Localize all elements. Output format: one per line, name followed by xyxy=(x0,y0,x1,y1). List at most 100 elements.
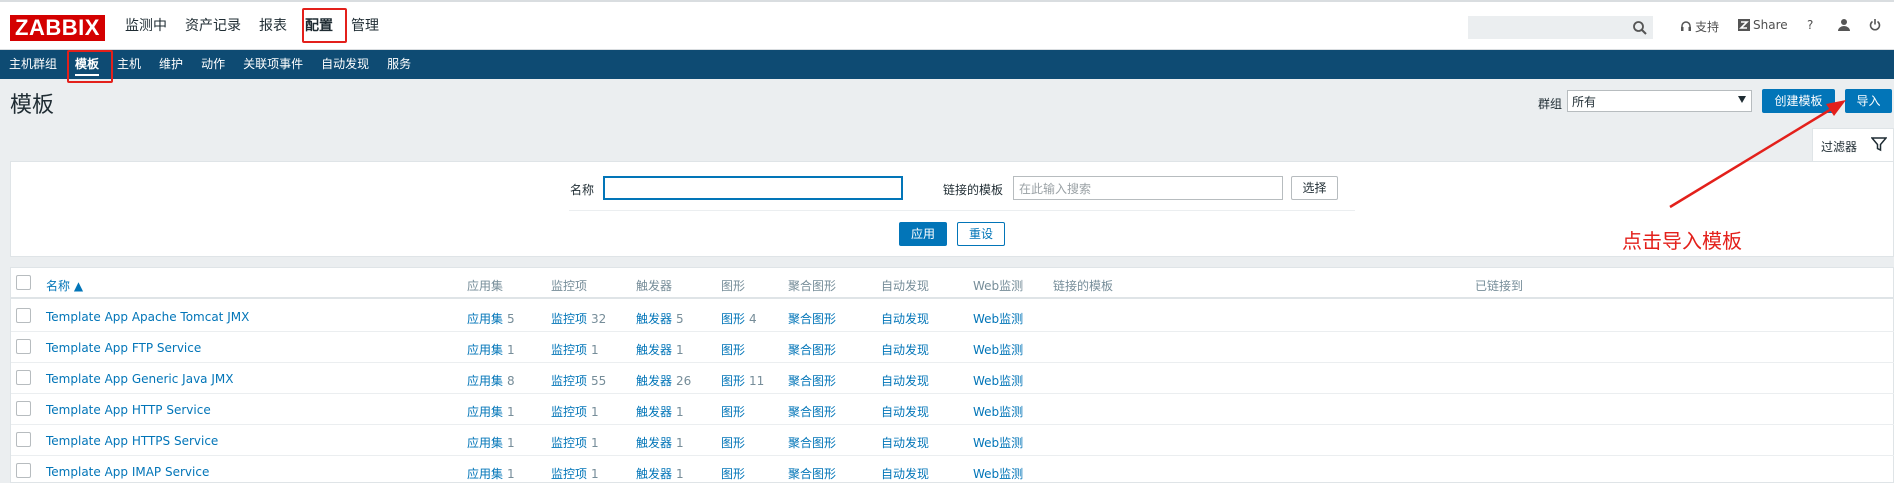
row-web-cell: Web监测 xyxy=(973,403,1023,420)
row-graphs-link[interactable]: 图形 xyxy=(721,436,745,450)
row-checkbox[interactable] xyxy=(16,308,31,323)
profile-button[interactable] xyxy=(1838,18,1850,31)
row-discovery-link[interactable]: 自动发现 xyxy=(881,343,929,357)
row-applications-link[interactable]: 应用集 xyxy=(467,467,503,481)
share-link[interactable]: Share xyxy=(1738,18,1788,32)
row-web-link[interactable]: Web监测 xyxy=(973,312,1023,326)
row-web-cell: Web监测 xyxy=(973,310,1023,327)
help-button[interactable]: ? xyxy=(1807,18,1813,32)
create-template-button[interactable]: 创建模板 xyxy=(1762,89,1835,113)
apply-button[interactable]: 应用 xyxy=(899,222,947,246)
row-discovery-link[interactable]: 自动发现 xyxy=(881,467,929,481)
row-graphs-link[interactable]: 图形 xyxy=(721,467,745,481)
row-web-link[interactable]: Web监测 xyxy=(973,374,1023,388)
select-all-checkbox[interactable] xyxy=(16,275,31,290)
row-screens-link[interactable]: 聚合图形 xyxy=(788,374,836,388)
row-web-link[interactable]: Web监测 xyxy=(973,436,1023,450)
row-items-link[interactable]: 监控项 xyxy=(551,405,587,419)
sub-nav-templates[interactable]: 模板 xyxy=(66,50,108,79)
row-screens-link[interactable]: 聚合图形 xyxy=(788,312,836,326)
row-discovery-link[interactable]: 自动发现 xyxy=(881,436,929,450)
row-triggers-count: 1 xyxy=(676,467,684,481)
sub-nav-host-groups[interactable]: 主机群组 xyxy=(0,50,66,79)
row-checkbox[interactable] xyxy=(16,463,31,478)
sub-nav-hosts[interactable]: 主机 xyxy=(108,50,150,79)
row-discovery-link[interactable]: 自动发现 xyxy=(881,312,929,326)
row-graphs-link[interactable]: 图形 xyxy=(721,374,745,388)
zabbix-logo[interactable]: ZABBIX xyxy=(10,15,105,41)
row-discovery-cell: 自动发现 xyxy=(881,403,929,420)
support-link[interactable]: 支持 xyxy=(1680,18,1719,35)
row-items-link[interactable]: 监控项 xyxy=(551,374,587,388)
row-web-link[interactable]: Web监测 xyxy=(973,343,1023,357)
row-applications-link[interactable]: 应用集 xyxy=(467,405,503,419)
main-nav-monitoring[interactable]: 监测中 xyxy=(116,2,176,50)
row-triggers-link[interactable]: 触发器 xyxy=(636,467,672,481)
col-name[interactable]: 名称 ▲ xyxy=(46,277,83,294)
row-screens-cell: 聚合图形 xyxy=(788,310,836,327)
row-name-link[interactable]: Template App FTP Service xyxy=(46,341,201,355)
import-button[interactable]: 导入 xyxy=(1845,89,1892,113)
row-checkbox[interactable] xyxy=(16,370,31,385)
row-applications-link[interactable]: 应用集 xyxy=(467,312,503,326)
row-name-link[interactable]: Template App Apache Tomcat JMX xyxy=(46,310,249,324)
table-row: Template App HTTP Service 应用集 1 监控项 1 触发器 1 图形 聚… xyxy=(11,394,1894,425)
row-screens-link[interactable]: 聚合图形 xyxy=(788,343,836,357)
logout-button[interactable] xyxy=(1869,18,1881,31)
row-checkbox[interactable] xyxy=(16,401,31,416)
row-graphs-link[interactable]: 图形 xyxy=(721,405,745,419)
row-applications-link[interactable]: 应用集 xyxy=(467,374,503,388)
row-screens-cell: 聚合图形 xyxy=(788,465,836,482)
main-nav-reports[interactable]: 报表 xyxy=(250,2,296,50)
row-triggers-link[interactable]: 触发器 xyxy=(636,312,672,326)
sub-nav-actions[interactable]: 动作 xyxy=(192,50,234,79)
row-graphs-link[interactable]: 图形 xyxy=(721,343,745,357)
row-name-cell: Template App FTP Service xyxy=(46,341,201,355)
filter-name-input[interactable] xyxy=(603,176,903,200)
row-name-link[interactable]: Template App HTTPS Service xyxy=(46,434,218,448)
row-triggers-link[interactable]: 触发器 xyxy=(636,343,672,357)
row-name-link[interactable]: Template App Generic Java JMX xyxy=(46,372,233,386)
group-select-value: 所有 xyxy=(1572,95,1597,109)
row-triggers-link[interactable]: 触发器 xyxy=(636,405,672,419)
sub-nav-discovery[interactable]: 自动发现 xyxy=(312,50,378,79)
row-checkbox[interactable] xyxy=(16,339,31,354)
row-items-link[interactable]: 监控项 xyxy=(551,436,587,450)
main-nav-configuration[interactable]: 配置 xyxy=(296,2,342,50)
row-screens-link[interactable]: 聚合图形 xyxy=(788,467,836,481)
row-triggers-cell: 触发器 1 xyxy=(636,434,684,451)
row-web-link[interactable]: Web监测 xyxy=(973,467,1023,481)
row-items-cell: 监控项 1 xyxy=(551,341,599,358)
row-discovery-link[interactable]: 自动发现 xyxy=(881,374,929,388)
row-web-link[interactable]: Web监测 xyxy=(973,405,1023,419)
row-screens-link[interactable]: 聚合图形 xyxy=(788,436,836,450)
search-icon[interactable] xyxy=(1632,20,1648,36)
main-nav-administration[interactable]: 管理 xyxy=(342,2,388,50)
row-items-link[interactable]: 监控项 xyxy=(551,343,587,357)
row-items-link[interactable]: 监控项 xyxy=(551,312,587,326)
sub-nav-maintenance[interactable]: 维护 xyxy=(150,50,192,79)
row-checkbox[interactable] xyxy=(16,432,31,447)
row-triggers-link[interactable]: 触发器 xyxy=(636,436,672,450)
select-button[interactable]: 选择 xyxy=(1291,176,1338,200)
reset-button[interactable]: 重设 xyxy=(957,222,1005,246)
search-input[interactable] xyxy=(1468,16,1653,39)
main-nav-inventory[interactable]: 资产记录 xyxy=(176,2,250,50)
row-items-link[interactable]: 监控项 xyxy=(551,467,587,481)
row-name-link[interactable]: Template App IMAP Service xyxy=(46,465,209,479)
sub-nav-services[interactable]: 服务 xyxy=(378,50,420,79)
row-applications-link[interactable]: 应用集 xyxy=(467,436,503,450)
row-discovery-link[interactable]: 自动发现 xyxy=(881,405,929,419)
filter-linked-input[interactable]: 在此输入搜索 xyxy=(1013,176,1283,200)
row-triggers-link[interactable]: 触发器 xyxy=(636,374,672,388)
help-icon: ? xyxy=(1807,18,1814,32)
row-applications-link[interactable]: 应用集 xyxy=(467,343,503,357)
group-select[interactable]: 所有 xyxy=(1567,90,1752,112)
row-screens-link[interactable]: 聚合图形 xyxy=(788,405,836,419)
row-name-link[interactable]: Template App HTTP Service xyxy=(46,403,211,417)
row-triggers-cell: 触发器 5 xyxy=(636,310,684,327)
row-applications-cell: 应用集 5 xyxy=(467,310,515,327)
row-graphs-link[interactable]: 图形 xyxy=(721,312,745,326)
sub-nav-correlation[interactable]: 关联项事件 xyxy=(234,50,312,79)
filter-tab[interactable]: 过滤器 xyxy=(1812,128,1894,161)
